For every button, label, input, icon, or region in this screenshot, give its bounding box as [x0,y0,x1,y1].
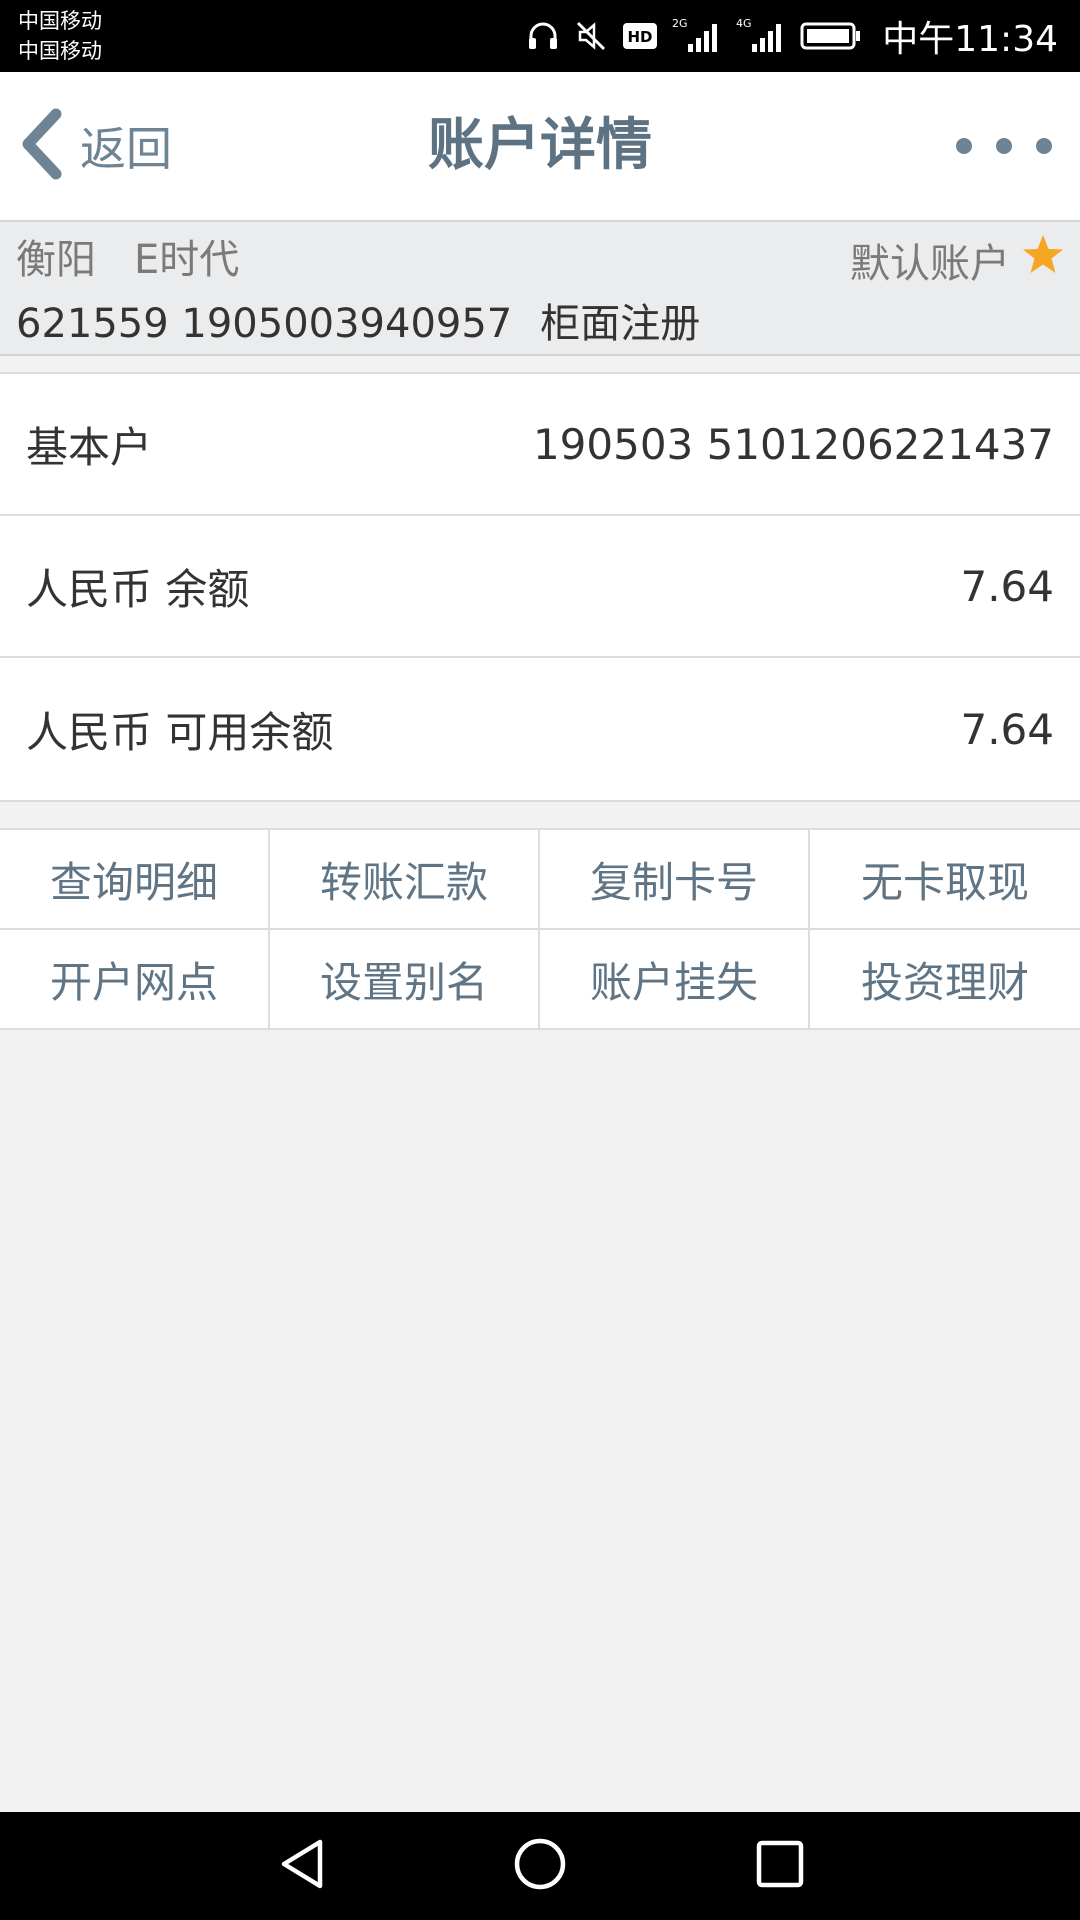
star-icon [1020,232,1066,288]
carrier-label-2: 中国移动 [18,39,102,63]
report-loss-button[interactable]: 账户挂失 [540,930,810,1030]
detail-row-balance: 人民币 余额 7.64 [0,516,1080,658]
title-bar: 返回 账户详情 [0,72,1080,222]
hd-badge-text: HD [628,28,653,46]
detail-label: 基本户 [26,422,153,472]
carrier-label-1: 中国移动 [18,9,102,33]
account-number-line: 621559 1905003940957 柜面注册 [16,296,700,352]
cardless-withdrawal-button[interactable]: 无卡取现 [810,830,1080,930]
navigation-bar [0,1812,1080,1920]
detail-row-available-balance: 人民币 可用余额 7.64 [0,658,1080,800]
chevron-left-icon [18,108,66,184]
nav-back-button[interactable] [270,1834,334,1898]
home-circle-icon [512,1836,568,1896]
network-label-2g: 2G [672,17,688,30]
nav-home-button[interactable] [508,1834,572,1898]
carrier-info: 中国移动 中国移动 [18,6,102,66]
mute-icon [574,19,608,53]
default-account-badge: 默认账户 [850,230,1066,290]
signal-4g-icon: 4G [736,16,786,56]
account-city: 衡阳 [16,237,96,283]
recents-square-icon [754,1838,806,1894]
action-grid: 查询明细 转账汇款 复制卡号 无卡取现 开户网点 设置别名 账户挂失 投资理财 [0,828,1080,1030]
query-details-button[interactable]: 查询明细 [0,830,270,930]
investment-button[interactable]: 投资理财 [810,930,1080,1030]
nav-recents-button[interactable] [748,1834,812,1898]
detail-row-account-type: 基本户 190503 5101206221437 [0,374,1080,516]
card-number: 621559 1905003940957 [16,301,513,347]
copy-card-number-button[interactable]: 复制卡号 [540,830,810,930]
detail-value: 7.64 [960,561,1054,611]
account-summary: 衡阳 E时代 默认账户 621559 1905003940957 柜面注册 [0,222,1080,356]
account-details-list: 基本户 190503 5101206221437 人民币 余额 7.64 人民币… [0,372,1080,802]
headphones-icon [526,19,560,53]
battery-icon [800,21,862,51]
back-button[interactable]: 返回 [18,108,172,184]
back-label: 返回 [80,122,172,176]
signal-2g-icon: 2G [672,16,722,56]
network-label-4g: 4G [736,17,752,30]
account-title-line: 衡阳 E时代 [16,230,239,290]
status-bar: 中国移动 中国移动 HD 2G 4G 中午11:34 [0,0,1080,72]
transfer-button[interactable]: 转账汇款 [270,830,540,930]
hd-icon: HD [622,21,658,51]
account-card-name: E时代 [134,237,240,283]
more-dots-icon [1036,138,1052,154]
more-dots-icon [996,138,1012,154]
more-options-button[interactable] [956,122,1052,170]
registration-type: 柜面注册 [540,301,701,347]
status-time: 中午11:34 [882,19,1058,60]
back-triangle-icon [276,1836,328,1896]
detail-label: 人民币 余额 [26,564,250,614]
detail-label: 人民币 可用余额 [26,707,334,757]
status-icons: HD 2G 4G 中午11:34 [526,0,1058,72]
set-alias-button[interactable]: 设置别名 [270,930,540,1030]
detail-value: 190503 5101206221437 [532,419,1054,469]
more-dots-icon [956,138,972,154]
default-account-label: 默认账户 [850,241,1010,287]
opening-branch-button[interactable]: 开户网点 [0,930,270,1030]
detail-value: 7.64 [960,704,1054,754]
